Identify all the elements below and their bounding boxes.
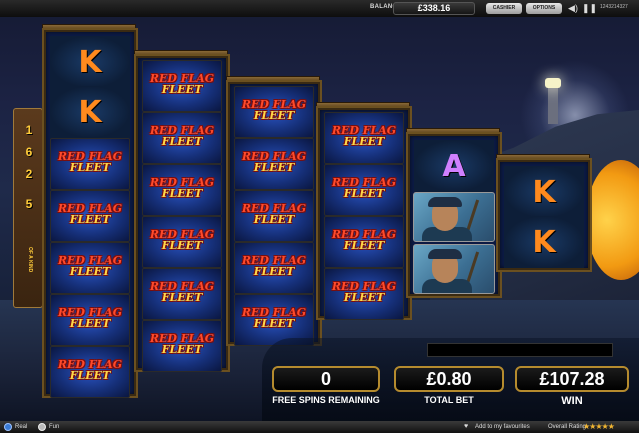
reel-5: A <box>408 134 500 296</box>
reel-2: RED FLAG FLEET RED FLAG FLEET RED FLAG FLEE… <box>136 56 228 372</box>
symbol-red-flag-fleet: RED FLAG FLEET <box>234 242 314 294</box>
symbol-red-flag-fleet: RED FLAG FLEET <box>324 216 404 268</box>
symbol-a: A <box>414 140 494 192</box>
symbol-red-flag-fleet: RED FLAG FLEET <box>324 164 404 216</box>
add-to-favourites-link[interactable]: Add to my favourites <box>475 423 530 431</box>
symbol-red-flag-fleet: RED FLAG FLEET <box>234 138 314 190</box>
total-bet-display: £0.80 <box>394 366 504 392</box>
cashier-button[interactable]: CASHIER <box>486 3 522 14</box>
overall-rating-label: Overall Rating <box>548 424 587 430</box>
free-spins-label: FREE SPINS REMAINING <box>272 395 380 405</box>
win-display: £107.28 <box>515 366 629 392</box>
rating-stars: ★★★★★ <box>583 422 615 431</box>
message-strip <box>427 343 613 357</box>
symbol-red-flag-fleet: RED FLAG FLEET <box>142 164 222 216</box>
fun-mode-label[interactable]: Fun <box>49 423 59 431</box>
payline-number: 5 <box>25 197 33 211</box>
session-id: 1243214327 <box>600 4 628 10</box>
symbol-red-flag-fleet: RED FLAG FLEET <box>50 138 130 190</box>
symbol-red-flag-fleet: RED FLAG FLEET <box>142 268 222 320</box>
lighthouse-light <box>545 78 561 88</box>
symbol-k: K <box>50 36 130 88</box>
symbol-red-flag-fleet: RED FLAG FLEET <box>50 190 130 242</box>
five-of-a-kind-indicator: 1 6 2 5 OF A KIND <box>13 108 43 308</box>
bottom-bar: Real Fun ♥ Add to my favourites Overall … <box>0 421 639 433</box>
symbol-red-flag-fleet: RED FLAG FLEET <box>50 242 130 294</box>
fun-mode-radio[interactable] <box>38 423 46 431</box>
real-mode-label[interactable]: Real <box>15 423 27 431</box>
real-mode-radio[interactable] <box>4 423 12 431</box>
symbol-k: K <box>50 86 130 138</box>
reel-3: RED FLAG FLEET RED FLAG FLEET RED FLAG FLEE… <box>228 82 320 346</box>
symbol-red-flag-fleet: RED FLAG FLEET <box>142 216 222 268</box>
win-label: WIN <box>561 395 583 407</box>
symbol-pirate <box>413 192 495 242</box>
symbol-red-flag-fleet: RED FLAG FLEET <box>142 320 222 372</box>
lighthouse <box>548 84 558 124</box>
symbol-red-flag-fleet: RED FLAG FLEET <box>50 294 130 346</box>
symbol-red-flag-fleet: RED FLAG FLEET <box>234 86 314 138</box>
options-button[interactable]: OPTIONS <box>526 3 562 14</box>
payline-number: 1 <box>25 123 33 137</box>
total-bet-label: TOTAL BET <box>424 395 474 405</box>
payline-number: 2 <box>25 167 33 181</box>
symbol-pirate <box>413 244 495 294</box>
of-a-kind-label: OF A KIND <box>27 247 33 273</box>
reel-4: RED FLAG FLEET RED FLAG FLEET RED FLAG FLEE… <box>318 108 410 320</box>
symbol-red-flag-fleet: RED FLAG FLEET <box>324 268 404 320</box>
balance-value: £338.16 <box>393 2 475 15</box>
sound-icon[interactable]: ◀) <box>566 2 580 15</box>
symbol-k: K <box>504 216 584 268</box>
symbol-red-flag-fleet: RED FLAG FLEET <box>50 346 130 398</box>
symbol-k: K <box>504 166 584 218</box>
reel-6: K K <box>498 160 590 270</box>
top-bar: BALANCE £338.16 CASHIER OPTIONS ◀) ❚❚ 12… <box>0 0 639 17</box>
symbol-red-flag-fleet: RED FLAG FLEET <box>234 190 314 242</box>
favourite-heart-icon[interactable]: ♥ <box>464 423 472 431</box>
symbol-red-flag-fleet: RED FLAG FLEET <box>324 112 404 164</box>
free-spins-counter: 0 <box>272 366 380 392</box>
symbol-red-flag-fleet: RED FLAG FLEET <box>142 112 222 164</box>
symbol-red-flag-fleet: RED FLAG FLEET <box>142 60 222 112</box>
payline-number: 6 <box>25 145 33 159</box>
pause-icon[interactable]: ❚❚ <box>582 2 597 15</box>
reel-1: K K RED FLAG FLEET RED FLAG FLEET RED FLAG… <box>44 30 136 398</box>
